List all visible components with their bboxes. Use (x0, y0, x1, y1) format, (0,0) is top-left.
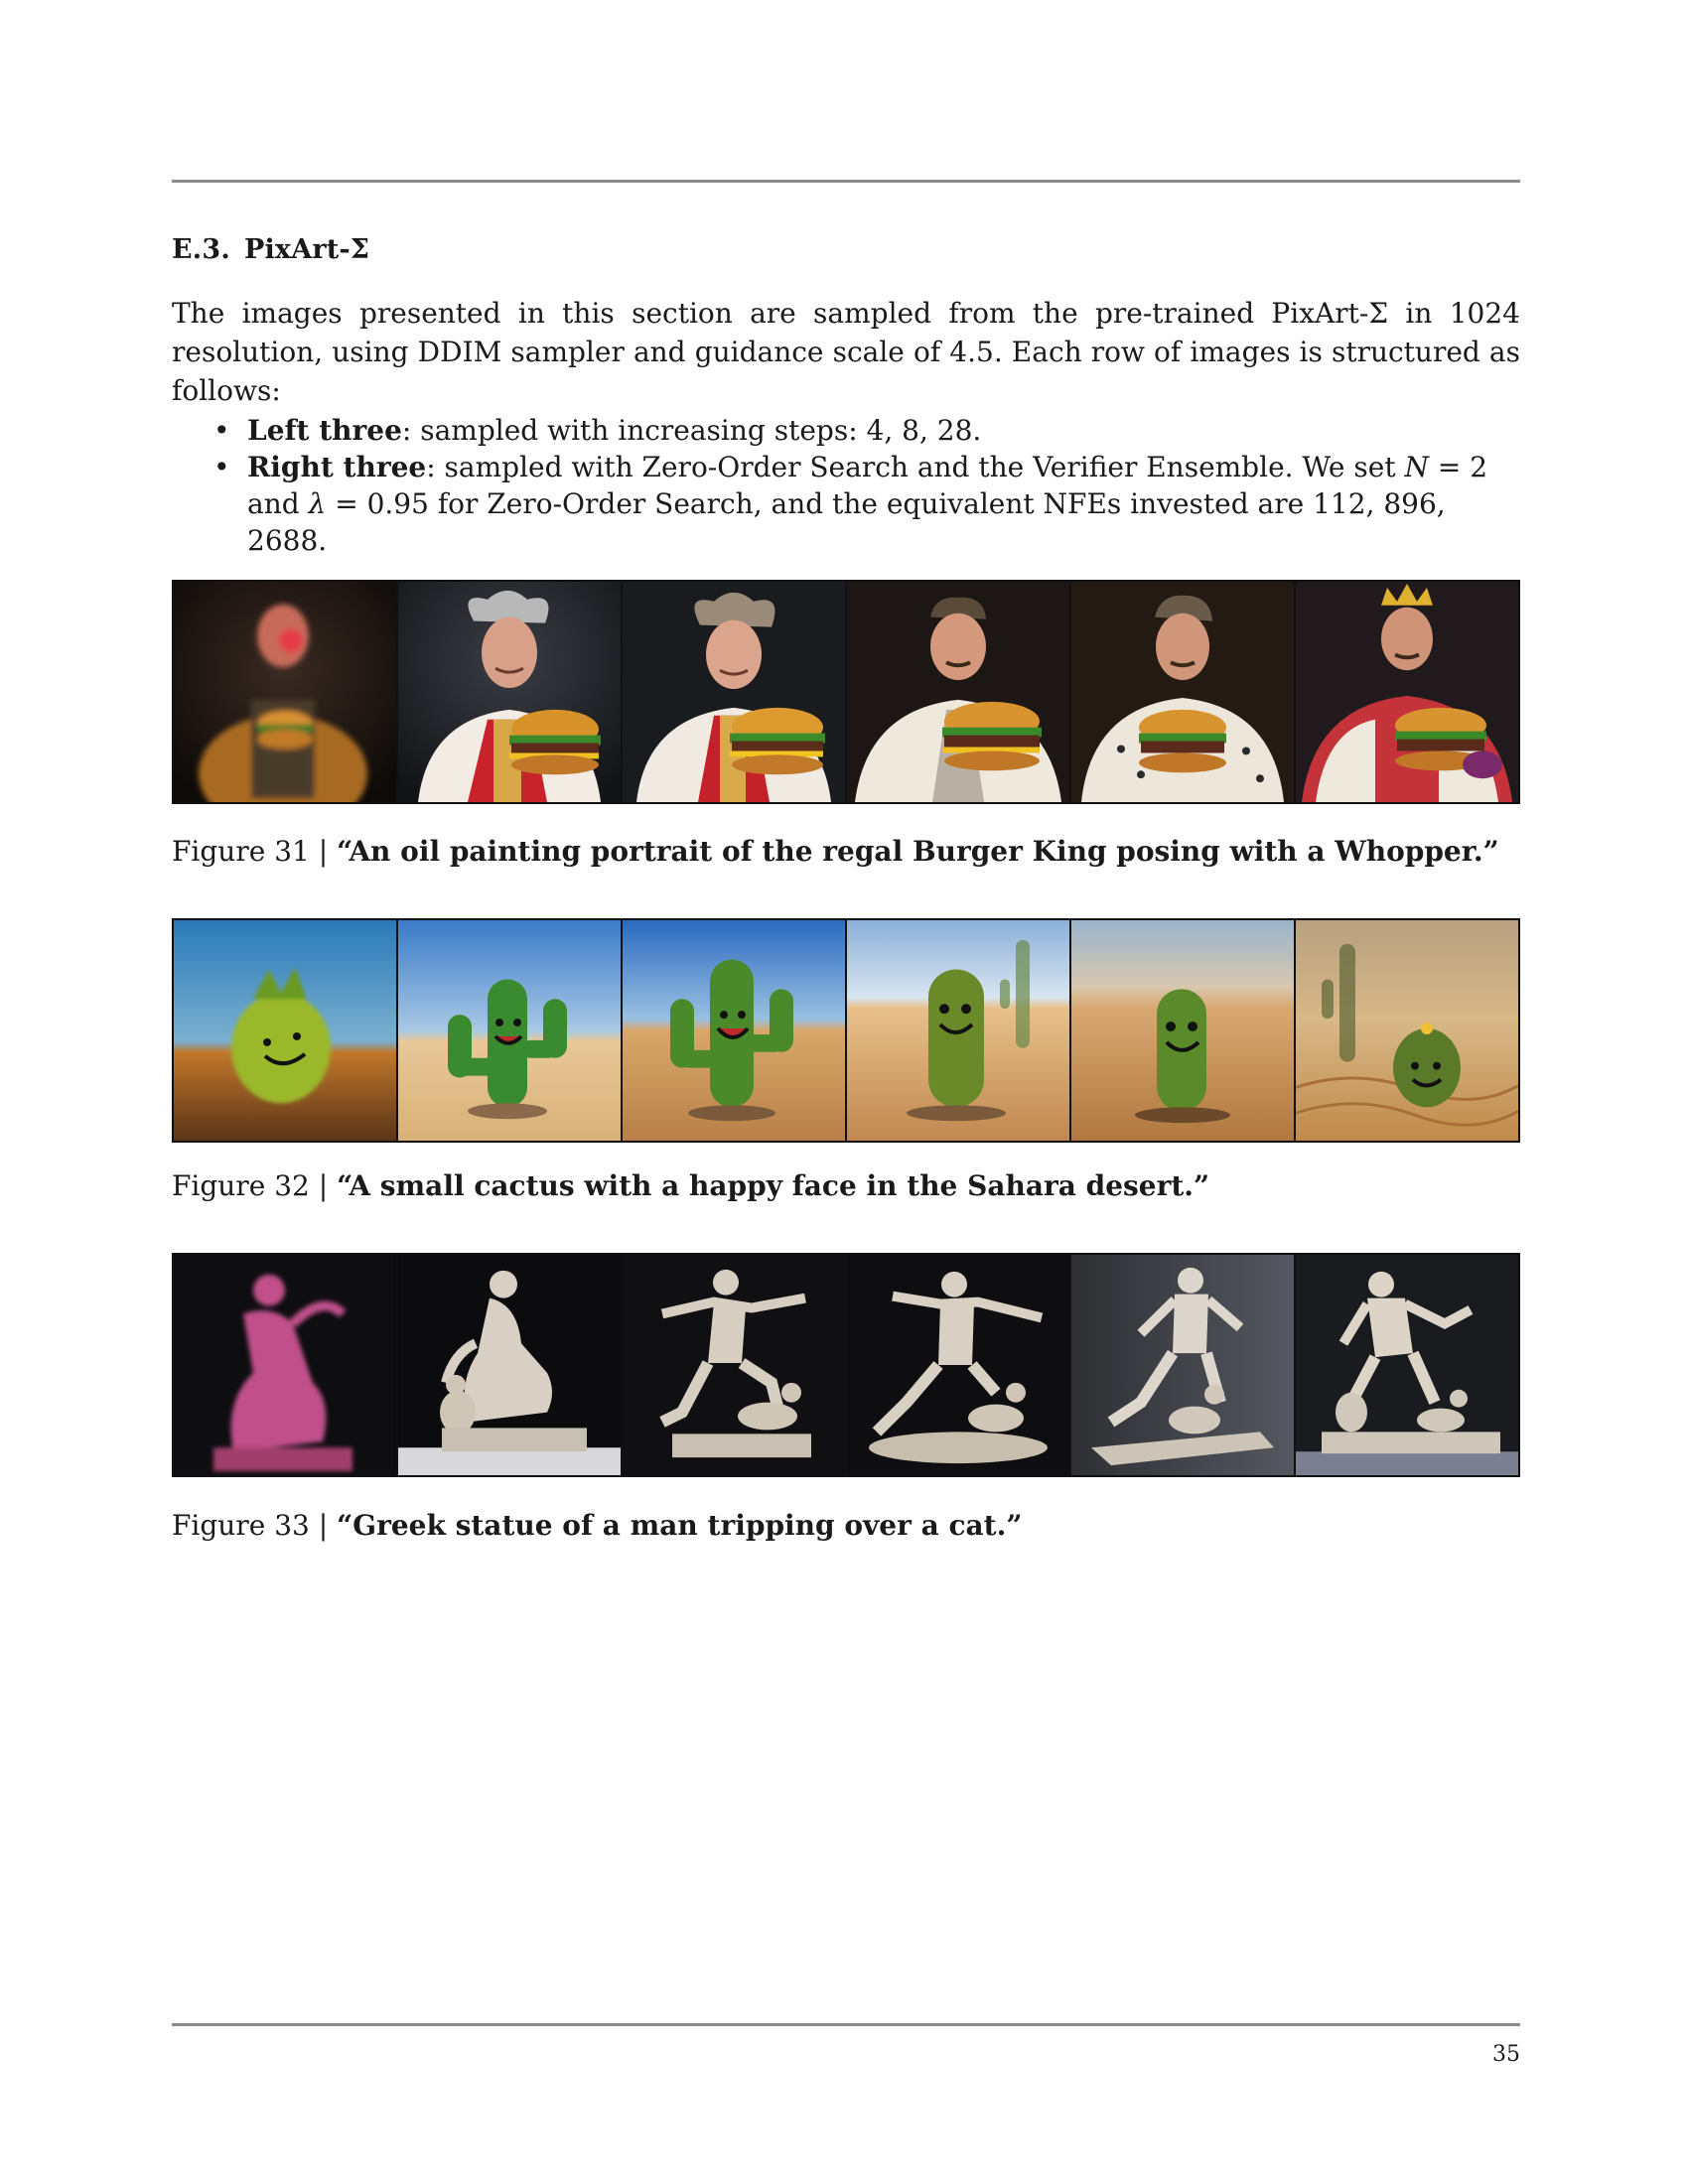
zero-order-search-image-112-nfe (845, 920, 1069, 1141)
figure-33-image-strip (172, 1253, 1520, 1477)
zero-order-search-image-896-nfe (1069, 582, 1294, 802)
figure-label: Figure 31 | (172, 835, 338, 868)
bullet-lead: Right three (247, 451, 427, 483)
figure-prompt: “A small cactus with a happy face in the… (337, 1169, 1210, 1202)
sample-image-4-steps (174, 920, 396, 1141)
section-title: PixArt-Σ (243, 234, 370, 265)
sample-image-28-steps (621, 582, 845, 802)
header-rule (172, 180, 1520, 183)
sample-image-8-steps (396, 1255, 621, 1475)
bullet-dot: • (213, 451, 230, 483)
bullet-text: = 0.95 for Zero-Order Search, and the eq… (247, 487, 1446, 557)
bullet-text: : sampled with increasing steps: 4, 8, 2… (401, 414, 982, 447)
sample-image-28-steps (621, 1255, 845, 1475)
zero-order-search-image-2688-nfe (1294, 920, 1518, 1141)
sample-image-4-steps (174, 582, 396, 802)
bullet-list: • Left three: sampled with increasing ste… (213, 412, 1520, 559)
sample-image-8-steps (396, 920, 621, 1141)
bullet-lead: Left three (247, 414, 402, 447)
page-number: 35 (1492, 2042, 1520, 2067)
sample-image-4-steps (174, 1255, 396, 1475)
figure-prompt: “An oil painting portrait of the regal B… (337, 835, 1499, 868)
figure-label: Figure 32 | (172, 1169, 338, 1202)
bullet-right-three: • Right three: sampled with Zero-Order Se… (213, 449, 1520, 559)
zero-order-search-image-112-nfe (845, 582, 1069, 802)
zero-order-search-image-112-nfe (845, 1255, 1069, 1475)
section-number: E.3. (172, 234, 230, 265)
figure-31-caption: Figure 31 | “An oil painting portrait of… (172, 834, 1499, 870)
sample-image-28-steps (621, 920, 845, 1141)
math-var-n: N (1404, 451, 1430, 483)
bullet-text: : sampled with Zero-Order Search and the… (426, 451, 1405, 483)
figure-label: Figure 33 | (172, 1509, 338, 1542)
figure-33-caption: Figure 33 | “Greek statue of a man tripp… (172, 1508, 1022, 1544)
zero-order-search-image-2688-nfe (1294, 1255, 1518, 1475)
figure-31-image-strip (172, 580, 1520, 804)
section-heading: E.3. PixArt-Σ (172, 234, 369, 265)
zero-order-search-image-2688-nfe (1294, 582, 1518, 802)
math-var-lambda: λ (308, 487, 327, 520)
bullet-left-three: • Left three: sampled with increasing ste… (213, 412, 1520, 449)
bullet-dot: • (213, 414, 230, 447)
sample-image-8-steps (396, 582, 621, 802)
zero-order-search-image-896-nfe (1069, 920, 1294, 1141)
figure-prompt: “Greek statue of a man tripping over a c… (337, 1509, 1023, 1542)
footer-rule (172, 2023, 1520, 2026)
intro-paragraph: The images presented in this section are… (172, 297, 1520, 407)
figure-32-caption: Figure 32 | “A small cactus with a happy… (172, 1168, 1209, 1204)
zero-order-search-image-896-nfe (1069, 1255, 1294, 1475)
figure-32-image-strip (172, 918, 1520, 1143)
